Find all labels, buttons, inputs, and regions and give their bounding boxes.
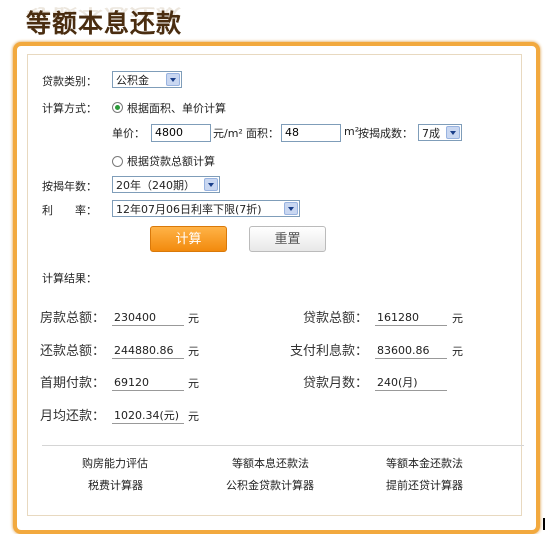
- loan-type-value: 公积金: [116, 74, 149, 87]
- radio-area-price[interactable]: [112, 102, 123, 113]
- area-label: 面积：: [246, 127, 279, 140]
- repay-total-unit: 元: [188, 345, 199, 358]
- loan-months-value: 240(月): [375, 376, 447, 391]
- calculate-button[interactable]: 计算: [150, 226, 227, 252]
- link-equal-principal[interactable]: 等额本金还款法: [386, 455, 463, 471]
- monthly-unit: 元: [188, 410, 199, 423]
- house-total-value: 230400: [112, 311, 184, 326]
- calculator-frame: 贷款类别： 公积金 计算方式： 根据面积、单价计算 单价： 元/m² 面积： m…: [13, 42, 540, 534]
- chevron-down-icon: [166, 73, 180, 86]
- chevron-down-icon: [284, 202, 298, 215]
- repay-total-value: 244880.86: [112, 344, 184, 359]
- link-equal-installment[interactable]: 等额本息还款法: [232, 455, 309, 471]
- page-title: 等额本息还款: [26, 9, 183, 38]
- text-cursor-icon: [543, 518, 545, 530]
- interest-total-value: 83600.86: [375, 344, 447, 359]
- down-payment-unit: 元: [188, 377, 199, 390]
- loan-type-label: 贷款类别：: [42, 75, 97, 88]
- loan-total-value: 161280: [375, 311, 447, 326]
- chevron-down-icon: [446, 126, 460, 139]
- years-select[interactable]: 20年（240期）: [112, 176, 220, 193]
- interest-total-unit: 元: [452, 345, 463, 358]
- divider: [42, 445, 524, 446]
- results-label: 计算结果：: [42, 272, 97, 285]
- ratio-select[interactable]: 7成: [418, 124, 462, 141]
- years-label: 按揭年数：: [42, 180, 97, 193]
- monthly-label: 月均还款：: [40, 409, 106, 424]
- unit-price-input[interactable]: [151, 124, 211, 142]
- monthly-value: 1020.34(元): [112, 409, 184, 424]
- radio-loan-total[interactable]: [112, 156, 123, 167]
- radio-loan-total-label: 根据贷款总额计算: [127, 155, 215, 168]
- house-total-unit: 元: [188, 312, 199, 325]
- calculator-panel: 贷款类别： 公积金 计算方式： 根据面积、单价计算 单价： 元/m² 面积： m…: [27, 54, 524, 516]
- reset-button[interactable]: 重置: [249, 226, 326, 252]
- ratio-label: 按揭成数：: [358, 127, 413, 140]
- down-payment-value: 69120: [112, 376, 184, 391]
- radio-area-price-label: 根据面积、单价计算: [127, 102, 226, 115]
- repay-total-label: 还款总额：: [40, 344, 106, 359]
- ratio-value: 7成: [422, 127, 440, 140]
- years-value: 20年（240期）: [116, 179, 195, 192]
- unit-price-unit: 元/m²: [213, 127, 243, 140]
- calc-method-label: 计算方式：: [42, 102, 97, 115]
- link-fund-loan-calculator[interactable]: 公积金贷款计算器: [226, 477, 314, 493]
- rate-select[interactable]: 12年07月06日利率下限(7折): [112, 200, 300, 217]
- unit-price-label: 单价：: [112, 127, 145, 140]
- rate-value: 12年07月06日利率下限(7折): [116, 203, 262, 216]
- link-affordability[interactable]: 购房能力评估: [82, 455, 148, 471]
- rate-label: 利 率：: [42, 204, 97, 217]
- area-input[interactable]: [281, 124, 341, 142]
- area-unit: m²: [344, 125, 360, 138]
- loan-total-label: 贷款总额：: [303, 311, 369, 326]
- link-tax-calculator[interactable]: 税费计算器: [88, 477, 143, 493]
- interest-total-label: 支付利息款：: [290, 344, 369, 359]
- loan-type-select[interactable]: 公积金: [112, 71, 182, 88]
- down-payment-label: 首期付款：: [40, 376, 106, 391]
- loan-months-label: 贷款月数：: [303, 376, 369, 391]
- link-prepay-calculator[interactable]: 提前还贷计算器: [386, 477, 463, 493]
- house-total-label: 房款总额：: [40, 311, 106, 326]
- loan-total-unit: 元: [452, 312, 463, 325]
- chevron-down-icon: [204, 178, 218, 191]
